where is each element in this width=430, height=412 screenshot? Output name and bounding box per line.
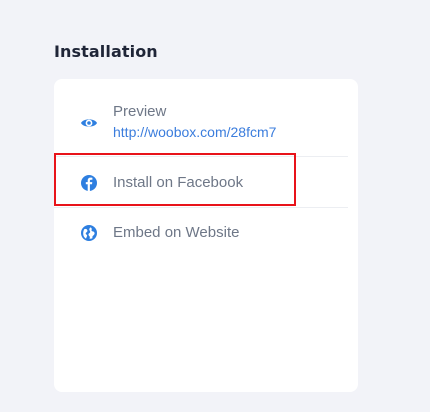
install-on-facebook-label: Install on Facebook: [113, 174, 244, 191]
preview-label: Preview: [113, 103, 167, 120]
divider: [54, 156, 348, 157]
embed-on-website-item[interactable]: Embed on Website: [54, 223, 358, 243]
facebook-icon: [80, 174, 98, 192]
install-on-facebook-item[interactable]: Install on Facebook: [54, 173, 358, 193]
section-title: Installation: [54, 42, 158, 61]
preview-url-link[interactable]: http://woobox.com/28fcm7: [113, 124, 276, 140]
installation-page: Installation Preview http://woobox.com/2…: [0, 0, 430, 412]
preview-item[interactable]: Preview http://woobox.com/28fcm7: [54, 101, 358, 143]
divider: [54, 207, 348, 208]
eye-icon: [80, 114, 98, 132]
embed-on-website-label: Embed on Website: [113, 224, 240, 241]
globe-icon: [80, 224, 98, 242]
installation-card: Preview http://woobox.com/28fcm7 Install…: [54, 79, 358, 392]
